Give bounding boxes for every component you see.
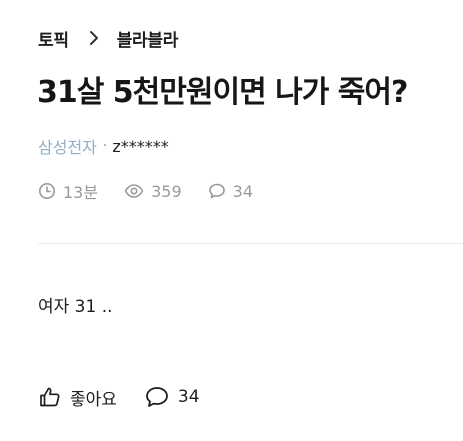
stat-comments: 34	[208, 182, 253, 201]
stat-views-value: 359	[151, 181, 182, 201]
author-separator: ·	[102, 138, 108, 154]
eye-icon	[124, 184, 144, 198]
like-button[interactable]: 좋아요	[38, 385, 117, 410]
breadcrumb-board[interactable]: 블라블라	[117, 26, 179, 51]
clock-icon	[39, 183, 55, 199]
post-title: 31살 5천만원이면 나가 죽어?	[37, 75, 408, 110]
stat-views: 359	[124, 182, 182, 201]
post-page: 토픽 블라블라 31살 5천만원이면 나가 죽어? 삼성전자 · z******…	[0, 0, 463, 441]
breadcrumb: 토픽 블라블라	[38, 26, 179, 51]
post-actions: 좋아요 34	[38, 383, 200, 411]
stat-comments-value: 34	[232, 181, 253, 201]
author-company[interactable]: 삼성전자	[38, 134, 97, 158]
comment-button[interactable]: 34	[144, 385, 200, 409]
like-label: 좋아요	[70, 389, 117, 410]
comment-bubble-icon	[208, 183, 225, 199]
comment-count: 34	[177, 387, 200, 407]
stat-time-value: 13분	[63, 183, 99, 202]
post-body: 여자 31 ..	[38, 297, 113, 317]
breadcrumb-topic[interactable]: 토픽	[38, 26, 69, 51]
divider	[38, 243, 463, 244]
stat-time: 13분	[38, 179, 98, 203]
post-stats: 13분 359 34	[38, 179, 253, 203]
author-info: 삼성전자 · z******	[38, 134, 169, 158]
thumbs-up-icon	[40, 387, 60, 407]
comment-bubble-icon	[146, 387, 168, 407]
author-nickname: z******	[112, 136, 169, 156]
chevron-right-icon	[84, 30, 104, 46]
